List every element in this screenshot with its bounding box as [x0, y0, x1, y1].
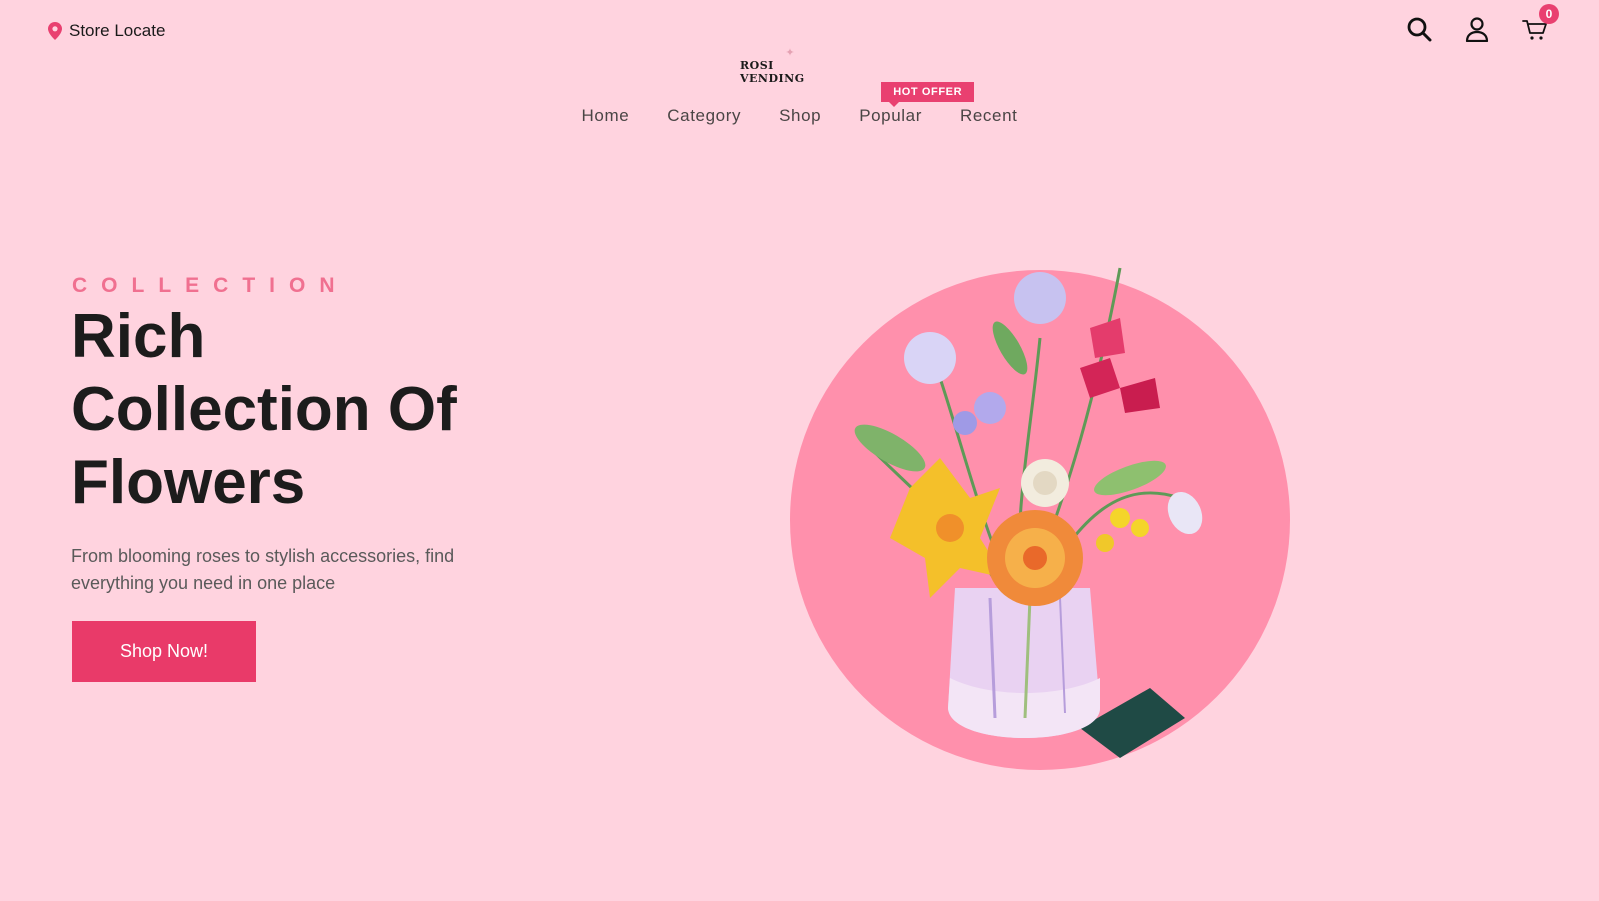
- account-button[interactable]: [1463, 14, 1491, 44]
- logo-spark-icon: ✦: [785, 47, 795, 59]
- logo[interactable]: ✦ ROSI VENDING: [740, 47, 840, 86]
- hero-subtext: From blooming roses to stylish accessori…: [71, 546, 455, 593]
- search-button[interactable]: [1405, 14, 1433, 44]
- nav-item-shop[interactable]: Shop: [779, 106, 821, 126]
- search-icon: [1407, 17, 1432, 42]
- shop-now-button[interactable]: Shop Now!: [72, 621, 256, 682]
- hot-offer-badge: HOT OFFER: [881, 82, 975, 107]
- cart-button[interactable]: 0: [1521, 4, 1559, 44]
- nav-item-recent[interactable]: Recent: [960, 106, 1017, 126]
- hero-headline: Rich Collection Of Flowers: [71, 300, 631, 519]
- nav-item-popular[interactable]: Popular HOT OFFER: [859, 82, 975, 126]
- header-actions: 0: [1405, 4, 1559, 44]
- store-locate-link[interactable]: Store Locate: [48, 21, 165, 41]
- nav-item-popular-label: Popular: [859, 106, 922, 125]
- hero-headline-line2: Collection Of: [71, 375, 457, 444]
- logo-wordmark: ROSI VENDING: [740, 59, 805, 85]
- hero-kicker: COLLECTION: [72, 274, 349, 297]
- location-pin-icon: [48, 22, 62, 40]
- hero-headline-line3: Flowers: [71, 448, 306, 517]
- page: Store Locate ✦ ROSI VENDING 0 Home Categ…: [0, 0, 1599, 901]
- flower-vase-image: [790, 267, 1290, 770]
- hero-headline-line1: Rich: [71, 302, 206, 371]
- nav-item-category[interactable]: Category: [667, 106, 741, 126]
- store-locate-label: Store Locate: [69, 21, 166, 40]
- main-nav: Home Category Shop Popular HOT OFFER Rec…: [0, 82, 1599, 126]
- nav-item-home[interactable]: Home: [582, 106, 630, 126]
- cart-count-badge: 0: [1539, 4, 1559, 24]
- user-icon: [1465, 17, 1489, 42]
